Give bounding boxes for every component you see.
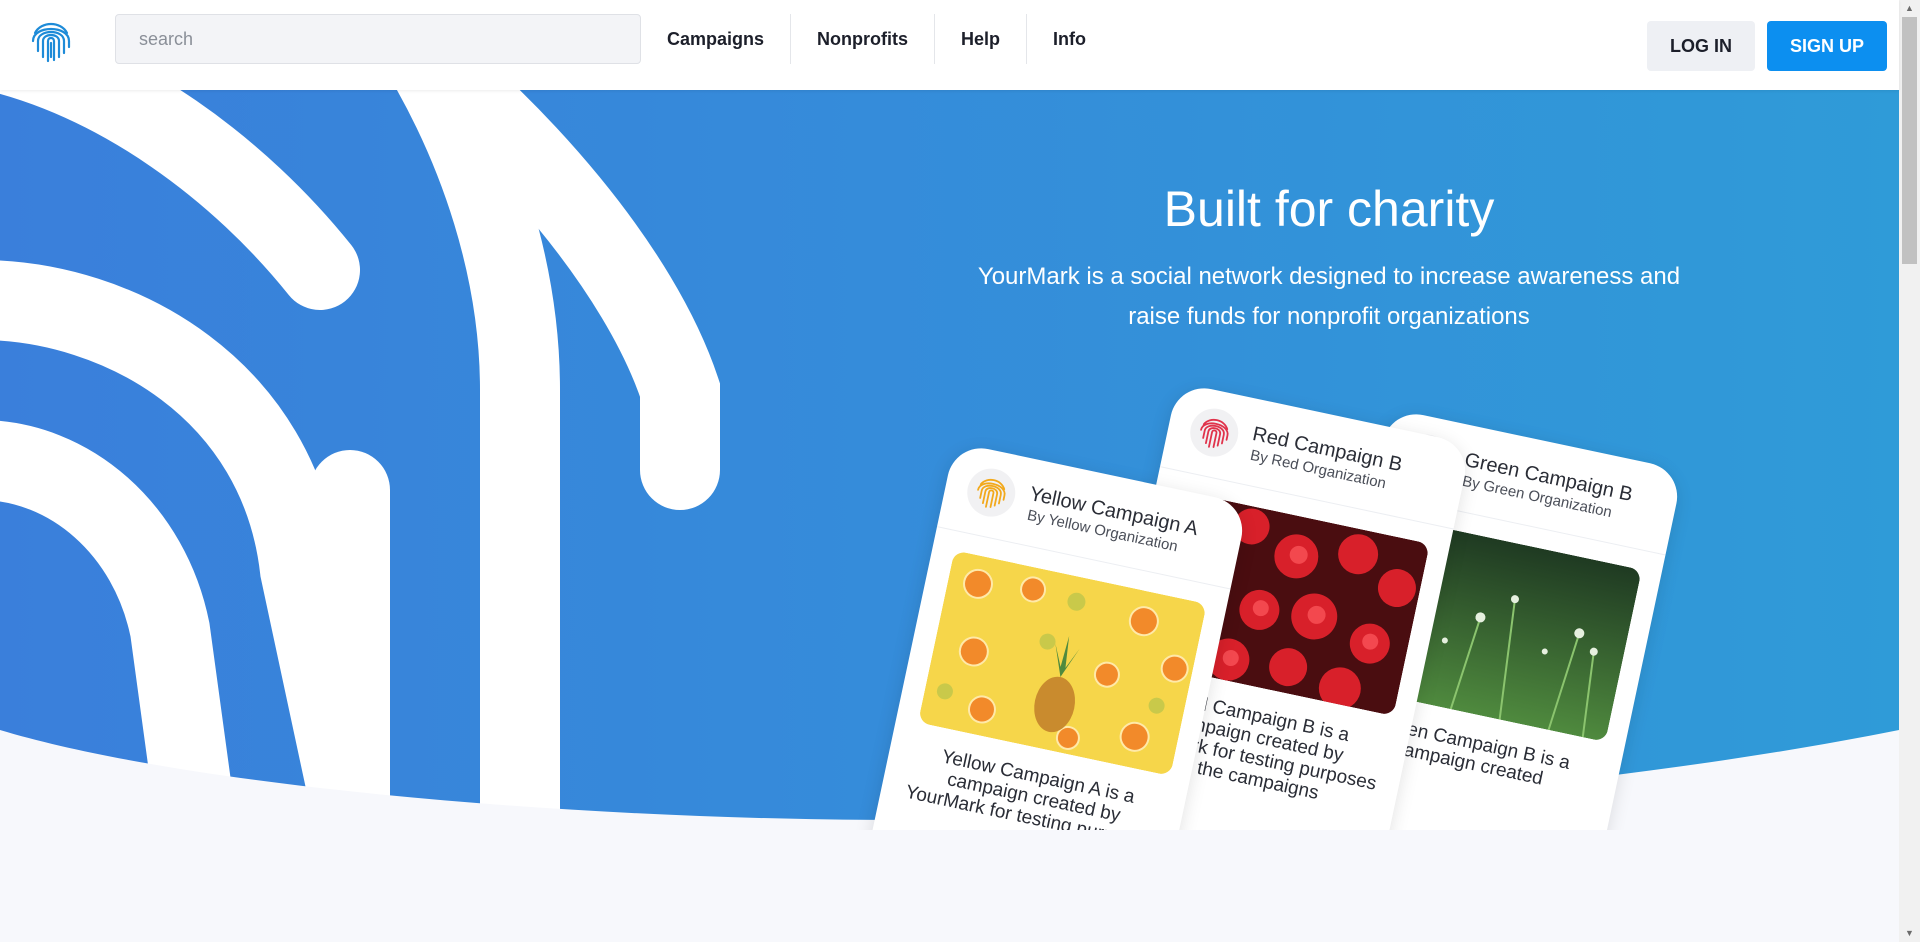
top-navigation-bar: Campaigns Nonprofits Help Info LOG IN SI… (0, 0, 1899, 90)
fingerprint-icon (1200, 418, 1229, 448)
triangle-down-icon[interactable]: ▼ (1899, 925, 1920, 942)
hero-subtitle: YourMark is a social network designed to… (977, 263, 1681, 330)
main-nav: Campaigns Nonprofits Help Info (641, 14, 1112, 64)
nav-info[interactable]: Info (1027, 14, 1112, 64)
fingerprint-icon (977, 478, 1006, 508)
triangle-up-icon[interactable]: ▲ (1899, 0, 1920, 17)
nav-nonprofits[interactable]: Nonprofits (791, 14, 936, 64)
campaign-avatar (1185, 404, 1243, 462)
hero-section: Built for charity YourMark is a social n… (0, 90, 1899, 830)
search-input[interactable] (115, 14, 641, 64)
hero-title: Built for charity (1163, 181, 1495, 237)
nav-help[interactable]: Help (935, 14, 1028, 64)
page-scrollbar[interactable]: ▲ ▼ (1899, 0, 1920, 942)
campaign-image (917, 550, 1207, 777)
nav-campaigns[interactable]: Campaigns (641, 14, 792, 64)
signup-button[interactable]: SIGN UP (1767, 21, 1887, 71)
scrollbar-thumb[interactable] (1902, 17, 1917, 264)
fingerprint-logo-icon[interactable] (27, 17, 75, 65)
campaign-avatar (962, 464, 1020, 522)
login-button[interactable]: LOG IN (1647, 21, 1755, 71)
